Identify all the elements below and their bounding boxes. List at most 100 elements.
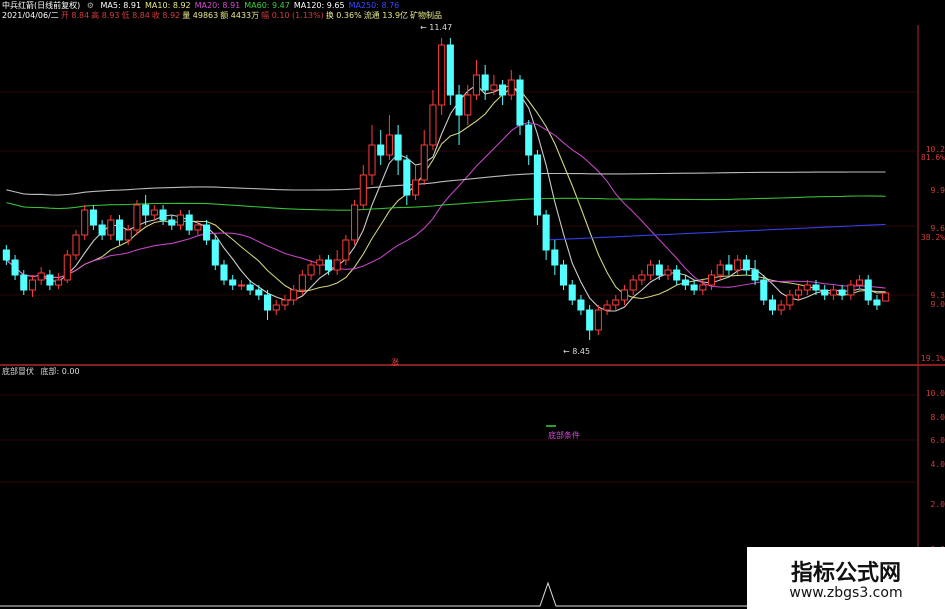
candle-body <box>333 259 341 271</box>
candle-body <box>142 204 150 216</box>
candle-body <box>551 249 559 266</box>
indicator-header: 底部冒伏 底部: 0.00 <box>2 367 84 377</box>
candle-body <box>681 279 689 286</box>
candle-body <box>290 289 298 301</box>
candle-body <box>777 304 785 311</box>
candle-body <box>342 239 350 261</box>
candle-body <box>707 274 716 286</box>
candle-body <box>124 229 132 241</box>
candle-body <box>359 174 367 206</box>
candle-body <box>150 209 158 216</box>
candle-body <box>507 79 515 96</box>
candle-body <box>185 214 193 231</box>
candle-body <box>194 224 202 231</box>
stock-chart-window: 中兵红箭(日线前复权) ⚙ MA5: 8.91 MA10: 8.92 MA20: 8… <box>0 0 945 609</box>
candle-body <box>577 299 585 311</box>
candle-body <box>821 289 829 296</box>
candle-body <box>603 304 611 311</box>
candle-body <box>803 284 811 291</box>
candle-body <box>481 74 489 91</box>
candle-body <box>838 289 846 296</box>
candle-body <box>420 144 428 181</box>
candle-body <box>351 204 359 241</box>
watermark-title: 指标公式网 <box>790 561 901 586</box>
candle-body <box>281 299 289 306</box>
candle-body <box>812 284 820 291</box>
candle-body <box>377 144 385 156</box>
candle-body <box>385 134 393 156</box>
candle-body <box>699 284 707 291</box>
candle-body <box>246 284 254 291</box>
watermark-badge: 指标公式网 www.zbgs3.com <box>747 547 945 609</box>
high-price-label: 11.47 <box>429 23 453 32</box>
candle-body <box>168 219 176 226</box>
candle-body <box>690 284 698 291</box>
candle-body <box>324 259 333 271</box>
candle-body <box>403 159 411 196</box>
candle-body <box>673 269 681 281</box>
candle-body <box>620 289 629 301</box>
candle-body <box>655 264 663 276</box>
price-scale-label: 9.6 <box>930 224 945 233</box>
price-scale-label: 19.1% <box>920 354 945 363</box>
candle-body <box>203 224 211 241</box>
candle-body <box>89 209 97 226</box>
candle-body <box>272 304 280 311</box>
candle-body <box>2 249 10 261</box>
candle-body <box>664 269 672 276</box>
candle-body <box>316 259 324 266</box>
candle-body <box>159 209 167 221</box>
candle-body <box>760 279 768 301</box>
ma-line-ma120 <box>6 171 886 196</box>
indicator-name[interactable]: 底部冒伏 <box>2 367 34 376</box>
candle-body <box>586 309 594 331</box>
candle-body <box>472 74 481 96</box>
candle-body <box>46 274 54 286</box>
candle-body <box>490 84 498 91</box>
signal-marker: 涨 <box>391 358 399 367</box>
candle-body <box>829 289 837 296</box>
candle-body <box>455 94 463 116</box>
candle-body <box>133 204 141 231</box>
candle-body <box>768 299 777 311</box>
candle-body <box>55 279 63 286</box>
candle-body <box>263 294 272 311</box>
indicator-value: 底部: 0.00 <box>40 367 80 376</box>
candle-body <box>237 284 245 287</box>
ma-line-ma10 <box>6 87 886 300</box>
candle-body <box>795 289 803 296</box>
candle-body <box>37 272 45 281</box>
price-scale-label: 9.9 <box>930 186 945 195</box>
candle-body <box>464 94 472 116</box>
candle-body <box>438 44 446 106</box>
candle-body <box>864 279 872 301</box>
price-chart[interactable] <box>0 0 945 609</box>
candle-body <box>98 224 106 236</box>
candle-body <box>307 264 315 276</box>
candle-body <box>742 259 750 271</box>
candle-body <box>394 134 402 161</box>
candle-body <box>429 104 437 146</box>
candle-body <box>882 292 890 302</box>
candle-body <box>516 79 524 126</box>
candle-body <box>107 219 115 236</box>
indicator-scale-label: 2.0 <box>930 500 945 509</box>
candle-body <box>855 279 864 286</box>
ma-line-ma250 <box>546 223 886 241</box>
price-scale-label: 81.6% <box>920 153 945 162</box>
candle-body <box>542 214 550 251</box>
candle-body <box>734 259 742 271</box>
indicator-scale-label: 4.0 <box>930 460 945 469</box>
candle-body <box>446 44 454 96</box>
price-scale-label: 38.2% <box>920 233 945 242</box>
candle-body <box>20 274 28 291</box>
low-price-label: 8.45 <box>572 347 591 356</box>
candle-body <box>873 299 881 306</box>
candle-body <box>298 274 306 291</box>
candle-body <box>211 239 219 266</box>
candle-body <box>725 264 733 271</box>
candle-body <box>847 284 855 296</box>
candle-body <box>229 279 237 286</box>
candle-body <box>115 219 124 241</box>
watermark-url: www.zbgs3.com <box>789 585 903 601</box>
